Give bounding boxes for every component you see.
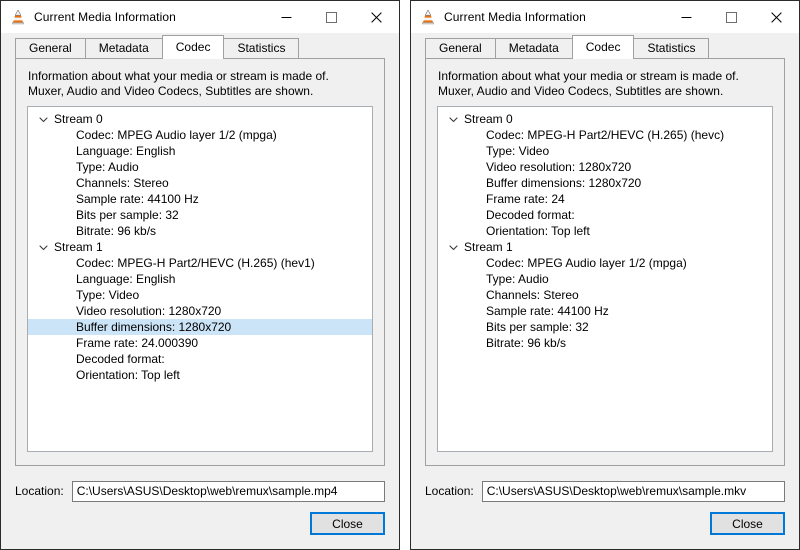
tree-leaf-property[interactable]: Bitrate: 96 kb/s	[28, 223, 372, 239]
tree-leaf-property[interactable]: Decoded format:	[28, 351, 372, 367]
tab-strip: General Metadata Codec Statistics	[1, 33, 399, 59]
close-button[interactable]: Close	[710, 512, 785, 535]
location-row: Location:	[15, 480, 385, 502]
maximize-icon[interactable]	[309, 1, 354, 33]
tree-node-stream[interactable]: Stream 0	[28, 111, 372, 127]
vlc-cone-icon	[420, 9, 436, 25]
close-icon[interactable]	[354, 1, 399, 33]
tree-leaf-property[interactable]: Buffer dimensions: 1280x720	[28, 319, 372, 335]
tree-node-stream[interactable]: Stream 1	[438, 239, 772, 255]
tree-node-stream[interactable]: Stream 0	[438, 111, 772, 127]
tree-leaf-property[interactable]: Type: Audio	[28, 159, 372, 175]
minimize-icon[interactable]	[264, 1, 309, 33]
tree-node-stream[interactable]: Stream 1	[28, 239, 372, 255]
tree-leaf-property[interactable]: Channels: Stereo	[28, 175, 372, 191]
chevron-down-icon[interactable]	[447, 241, 460, 254]
tree-leaf-property[interactable]: Bitrate: 96 kb/s	[438, 335, 772, 351]
tree-leaf-property[interactable]: Sample rate: 44100 Hz	[438, 303, 772, 319]
tab-general[interactable]: General	[425, 38, 496, 58]
tree-leaf-property[interactable]: Language: English	[28, 271, 372, 287]
close-icon[interactable]	[754, 1, 799, 33]
stream-label: Stream 0	[54, 112, 103, 126]
codec-tab-panel: Information about what your media or str…	[425, 58, 785, 466]
window-controls	[264, 1, 399, 33]
tree-leaf-property[interactable]: Orientation: Top left	[28, 367, 372, 383]
tree-leaf-property[interactable]: Bits per sample: 32	[438, 319, 772, 335]
tree-leaf-property[interactable]: Video resolution: 1280x720	[438, 159, 772, 175]
tree-leaf-property[interactable]: Type: Audio	[438, 271, 772, 287]
tree-leaf-property[interactable]: Orientation: Top left	[438, 223, 772, 239]
tree-leaf-property[interactable]: Buffer dimensions: 1280x720	[438, 175, 772, 191]
maximize-icon[interactable]	[709, 1, 754, 33]
codec-description: Information about what your media or str…	[28, 69, 329, 98]
tree-leaf-property[interactable]: Type: Video	[438, 143, 772, 159]
desktop: Current Media Information General Metadata…	[0, 0, 800, 550]
window-title: Current Media Information	[444, 10, 586, 24]
window-title: Current Media Information	[34, 10, 176, 24]
tree-leaf-property[interactable]: Video resolution: 1280x720	[28, 303, 372, 319]
tree-leaf-property[interactable]: Decoded format:	[438, 207, 772, 223]
tab-general[interactable]: General	[15, 38, 86, 58]
close-button[interactable]: Close	[310, 512, 385, 535]
codec-tab-panel: Information about what your media or str…	[15, 58, 385, 466]
location-label: Location:	[425, 484, 474, 498]
button-row: Close	[15, 512, 385, 535]
stream-label: Stream 0	[464, 112, 513, 126]
tree-leaf-property[interactable]: Frame rate: 24.000390	[28, 335, 372, 351]
tree-leaf-property[interactable]: Language: English	[28, 143, 372, 159]
location-label: Location:	[15, 484, 64, 498]
location-input[interactable]	[71, 480, 385, 502]
tree-leaf-property[interactable]: Channels: Stereo	[438, 287, 772, 303]
tab-codec[interactable]: Codec	[161, 35, 225, 59]
location-input[interactable]	[481, 480, 785, 502]
tab-statistics[interactable]: Statistics	[633, 38, 710, 58]
location-row: Location:	[425, 480, 785, 502]
dialog-footer: Location: Close	[411, 466, 799, 549]
window-controls	[664, 1, 799, 33]
stream-label: Stream 1	[54, 240, 103, 254]
chevron-down-icon[interactable]	[37, 113, 50, 126]
vlc-cone-icon	[10, 9, 26, 25]
stream-label: Stream 1	[464, 240, 513, 254]
dialog-footer: Location: Close	[1, 466, 399, 549]
codec-stream-tree[interactable]: Stream 0 Codec: MPEG-H Part2/HEVC (H.265)…	[437, 106, 773, 452]
tree-leaf-property[interactable]: Codec: MPEG-H Part2/HEVC (H.265) (hevc)	[438, 127, 772, 143]
media-information-window-right: Current Media Information General Metadata…	[410, 0, 800, 550]
title-bar[interactable]: Current Media Information	[411, 1, 799, 33]
tree-leaf-property[interactable]: Codec: MPEG Audio layer 1/2 (mpga)	[28, 127, 372, 143]
chevron-down-icon[interactable]	[37, 241, 50, 254]
title-bar[interactable]: Current Media Information	[1, 1, 399, 33]
minimize-icon[interactable]	[664, 1, 709, 33]
tab-statistics[interactable]: Statistics	[223, 38, 300, 58]
tab-strip: General Metadata Codec Statistics	[411, 33, 799, 59]
media-information-window-left: Current Media Information General Metadata…	[0, 0, 400, 550]
button-row: Close	[425, 512, 785, 535]
chevron-down-icon[interactable]	[447, 113, 460, 126]
tree-leaf-property[interactable]: Codec: MPEG-H Part2/HEVC (H.265) (hev1)	[28, 255, 372, 271]
tree-leaf-property[interactable]: Type: Video	[28, 287, 372, 303]
tab-codec[interactable]: Codec	[571, 35, 635, 59]
codec-stream-tree[interactable]: Stream 0 Codec: MPEG Audio layer 1/2 (mpg…	[27, 106, 373, 452]
tab-metadata[interactable]: Metadata	[84, 38, 163, 58]
tree-leaf-property[interactable]: Frame rate: 24	[438, 191, 772, 207]
tree-leaf-property[interactable]: Bits per sample: 32	[28, 207, 372, 223]
codec-description: Information about what your media or str…	[438, 69, 739, 98]
tree-leaf-property[interactable]: Sample rate: 44100 Hz	[28, 191, 372, 207]
tree-leaf-property[interactable]: Codec: MPEG Audio layer 1/2 (mpga)	[438, 255, 772, 271]
tab-metadata[interactable]: Metadata	[494, 38, 573, 58]
